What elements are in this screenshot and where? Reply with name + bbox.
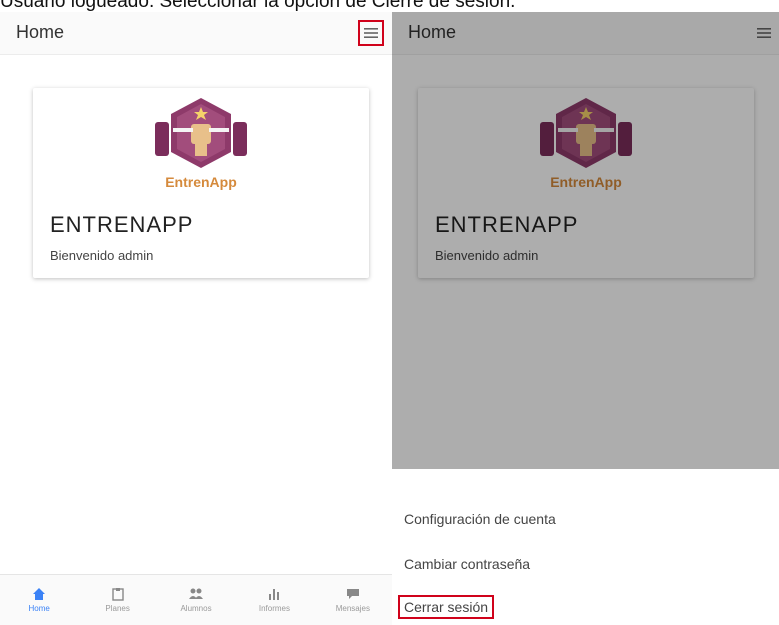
left-screen: Home EntrenApp ENTRENAPP Bienvenido admi… bbox=[0, 12, 392, 625]
home-icon bbox=[33, 588, 46, 600]
tab-informes[interactable]: Informes bbox=[235, 575, 313, 625]
tab-label: Mensajes bbox=[335, 604, 370, 613]
dim-overlay[interactable] bbox=[392, 12, 779, 469]
right-screen: Home EntrenApp ENTRENAPP Bienvenido admi… bbox=[392, 12, 779, 625]
tab-home[interactable]: Home bbox=[0, 575, 78, 625]
tab-label: Alumnos bbox=[180, 604, 212, 613]
chat-icon bbox=[346, 589, 359, 599]
card-title: ENTRENAPP bbox=[50, 212, 194, 237]
tab-alumnos[interactable]: Alumnos bbox=[157, 575, 235, 625]
welcome-card: EntrenApp ENTRENAPP Bienvenido admin bbox=[33, 88, 369, 278]
tab-label: Planes bbox=[105, 604, 130, 613]
app-header: Home bbox=[0, 12, 392, 55]
tab-mensajes[interactable]: Mensajes bbox=[314, 575, 392, 625]
entrenapp-logo: EntrenApp bbox=[155, 98, 247, 190]
menu-item-change-password[interactable]: Cambiar contraseña bbox=[404, 556, 530, 572]
tab-planes[interactable]: Planes bbox=[78, 575, 156, 625]
hamburger-menu-icon bbox=[364, 28, 378, 38]
menu-item-account-settings[interactable]: Configuración de cuenta bbox=[404, 511, 556, 527]
bottom-tab-bar: Home Planes Alumnos Informes Mensajes bbox=[0, 574, 392, 625]
hamburger-menu-button[interactable] bbox=[358, 20, 384, 46]
clipboard-icon bbox=[111, 588, 124, 601]
header-title: Home bbox=[16, 22, 65, 42]
tab-label: Informes bbox=[258, 604, 290, 613]
card-subtitle: Bienvenido admin bbox=[50, 248, 154, 263]
menu-item-logout[interactable]: Cerrar sesión bbox=[398, 595, 495, 619]
tab-label: Home bbox=[28, 604, 50, 613]
people-icon bbox=[189, 588, 204, 599]
bar-chart-icon bbox=[269, 589, 280, 600]
logo-text: EntrenApp bbox=[165, 174, 237, 190]
action-sheet-menu: Configuración de cuenta Cambiar contrase… bbox=[392, 469, 779, 625]
